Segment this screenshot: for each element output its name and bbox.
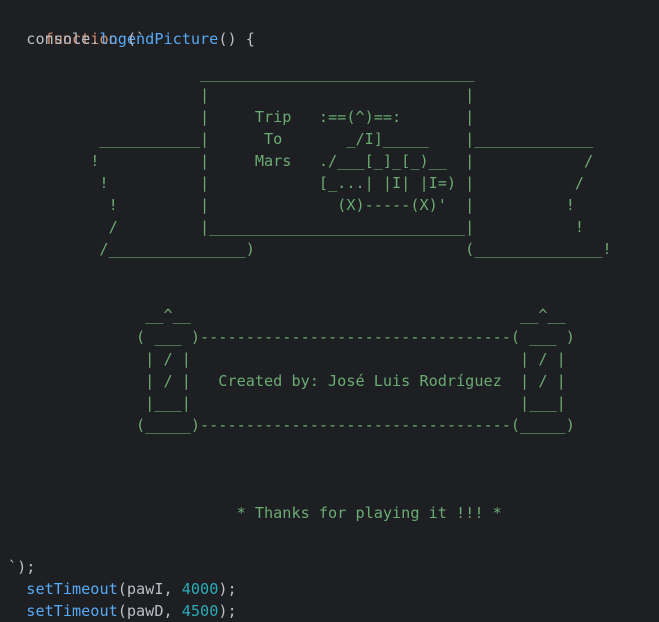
comma: , [163, 602, 182, 620]
ascii-art-line: ! | [_...| |I| |I=) | / [8, 174, 585, 192]
ascii-art-line: * Thanks for playing it !!! * [8, 504, 502, 522]
ascii-art-line: ( ___ )---------------------------------… [8, 328, 575, 346]
ascii-art-line: ! | (X)-----(X)' | ! [8, 196, 575, 214]
log-method: log [99, 30, 127, 48]
settimeout-line-2: setTimeout(pawD, 4500); [8, 600, 237, 622]
function-signature-rest: () { [218, 30, 255, 48]
ascii-art-line: | / | Created by: José Luis Rodríguez | … [8, 372, 566, 390]
paren-open: ( [117, 602, 127, 620]
code-editor[interactable]: function endPicture() { console.log(` __… [0, 0, 659, 621]
ascii-art-line: ___________| To _/I]_____ |_____________ [8, 130, 594, 148]
paren-close: ); [218, 580, 237, 598]
ascii-art-line: | | [8, 86, 475, 104]
ascii-art-line: |___| |___| [8, 394, 566, 412]
settimeout-arg: pawD [126, 602, 164, 620]
settimeout-call: setTimeout [26, 602, 118, 620]
settimeout-arg: pawI [126, 580, 164, 598]
ascii-art-line: (_____)---------------------------------… [8, 416, 575, 434]
function-declaration-line: function endPicture() { [8, 6, 255, 48]
ascii-art-line: / |____________________________| ! [8, 218, 585, 236]
template-close-line: `); [8, 556, 35, 578]
settimeout-call: setTimeout [26, 580, 118, 598]
comma: , [163, 580, 182, 598]
ascii-art-line: | / | | / | [8, 350, 566, 368]
settimeout-delay: 4500 [181, 602, 219, 620]
ascii-art-line: __^__ __^__ [8, 306, 566, 324]
console-object: console [26, 30, 91, 48]
settimeout-delay: 4000 [181, 580, 219, 598]
paren-close: ); [218, 602, 237, 620]
ascii-art-line: ! | Mars ./___[_]_[_)__ | / [8, 152, 594, 170]
console-log-line: console.log(` [8, 28, 145, 50]
template-open: (` [126, 30, 146, 48]
template-close: `); [8, 558, 36, 576]
settimeout-line-1: setTimeout(pawI, 4000); [8, 578, 237, 600]
ascii-art-line: /_______________) (______________! [8, 240, 612, 258]
ascii-art-line: | Trip :==(^)==: | [8, 108, 475, 126]
ascii-art-line: ______________________________ [8, 64, 475, 82]
paren-open: ( [117, 580, 127, 598]
